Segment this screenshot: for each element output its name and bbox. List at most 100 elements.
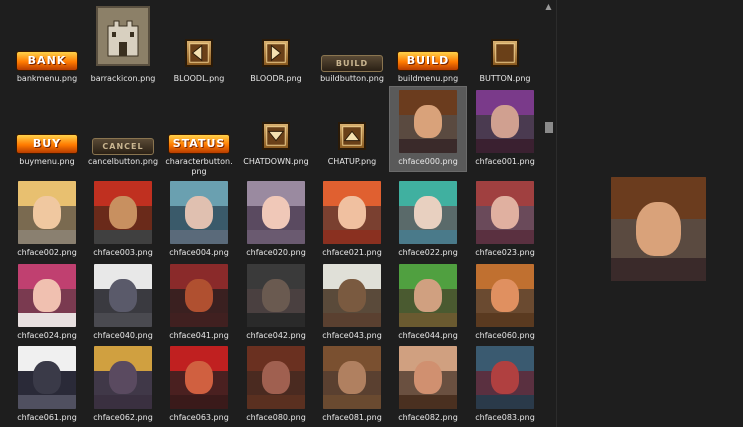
file-item[interactable]: chface024.png (9, 261, 85, 345)
portrait-thumbnail (18, 181, 76, 244)
file-item[interactable]: chface061.png (9, 343, 85, 427)
file-item[interactable]: chface022.png (390, 178, 466, 262)
portrait-body (18, 313, 76, 327)
file-item[interactable]: chface020.png (238, 178, 314, 262)
portrait-thumbnail (399, 264, 457, 327)
file-item[interactable]: chface082.png (390, 343, 466, 427)
scrollbar-thumb[interactable] (545, 122, 553, 133)
file-item[interactable]: chface060.png (467, 261, 540, 345)
portrait-thumbnail (94, 346, 152, 409)
file-item[interactable]: CANCEL cancelbutton.png (85, 87, 161, 171)
file-item[interactable]: BLOODL.png (161, 4, 237, 88)
portrait-face (338, 279, 366, 312)
portrait-face (262, 361, 290, 394)
portrait-face (338, 196, 366, 229)
portrait-face (185, 279, 213, 312)
file-item[interactable]: chface041.png (161, 261, 237, 345)
file-item[interactable]: chface044.png (390, 261, 466, 345)
portrait-face (109, 196, 137, 229)
portrait-body (323, 395, 381, 409)
portrait-body (94, 230, 152, 244)
file-item[interactable]: BLOODR.png (238, 4, 314, 88)
file-item[interactable]: chface080.png (238, 343, 314, 427)
file-name-label: chface081.png (322, 413, 382, 422)
portrait-body (476, 230, 534, 244)
file-name-label: chface062.png (93, 413, 153, 422)
file-name-label: buildbutton.png (320, 74, 384, 83)
portrait-face (635, 201, 682, 257)
file-item[interactable]: chface042.png (238, 261, 314, 345)
file-name-label: chface063.png (169, 413, 229, 422)
portrait-face (109, 279, 137, 312)
button-thumbnail: STATUS (168, 134, 230, 154)
file-name-label: CHATUP.png (327, 157, 377, 166)
portrait-face (262, 279, 290, 312)
arrow-down-icon (262, 122, 290, 150)
file-item[interactable]: STATUS characterbutton.png (161, 87, 237, 176)
portrait-thumbnail (323, 346, 381, 409)
portrait-face (491, 196, 519, 229)
scroll-up-arrow-icon[interactable]: ▲ (544, 2, 553, 11)
portrait-face (185, 196, 213, 229)
portrait-face (491, 361, 519, 394)
portrait-thumbnail (476, 90, 534, 153)
vertical-scrollbar[interactable]: ▲ (541, 0, 556, 427)
file-item[interactable]: chface001.png (467, 87, 540, 171)
portrait-thumbnail (476, 181, 534, 244)
portrait-body (611, 258, 706, 281)
file-item[interactable]: chface043.png (314, 261, 390, 345)
file-item[interactable]: chface040.png (85, 261, 161, 345)
file-name-label: chface023.png (475, 248, 535, 257)
preview-portrait (611, 177, 706, 281)
file-name-label: characterbutton.png (165, 157, 233, 176)
file-item[interactable]: BUTTON.png (467, 4, 540, 88)
portrait-body (323, 230, 381, 244)
file-item[interactable]: BUILD buildmenu.png (390, 4, 466, 88)
arrow-up-icon (338, 122, 366, 150)
file-name-label: chface043.png (322, 331, 382, 340)
file-name-label: buymenu.png (19, 157, 75, 166)
file-item[interactable]: chface062.png (85, 343, 161, 427)
portrait-thumbnail (247, 181, 305, 244)
file-item[interactable]: BANK bankmenu.png (9, 4, 85, 88)
file-item[interactable]: CHATDOWN.png (238, 87, 314, 171)
portrait-body (247, 313, 305, 327)
button-thumbnail: BANK (16, 51, 78, 71)
file-item[interactable]: chface002.png (9, 178, 85, 262)
file-name-label: chface021.png (322, 248, 382, 257)
file-item[interactable]: chface081.png (314, 343, 390, 427)
preview-image (611, 177, 706, 281)
file-item[interactable]: chface063.png (161, 343, 237, 427)
file-name-label: chface040.png (93, 331, 153, 340)
file-item[interactable]: chface004.png (161, 178, 237, 262)
file-item[interactable]: BUILD buildbutton.png (314, 4, 390, 88)
portrait-body (247, 230, 305, 244)
portrait-body (399, 395, 457, 409)
portrait-thumbnail (476, 346, 534, 409)
portrait-body (399, 230, 457, 244)
file-item[interactable]: chface003.png (85, 178, 161, 262)
arrow-left-icon (185, 39, 213, 67)
arrow-right-icon (262, 39, 290, 67)
file-item[interactable]: chface021.png (314, 178, 390, 262)
portrait-face (491, 105, 519, 138)
portrait-thumbnail (247, 346, 305, 409)
file-name-label: bankmenu.png (16, 74, 78, 83)
portrait-body (323, 313, 381, 327)
file-name-label: chface060.png (475, 331, 535, 340)
file-item[interactable]: chface083.png (467, 343, 540, 427)
file-item[interactable]: barrackicon.png (85, 4, 161, 88)
portrait-body (399, 313, 457, 327)
portrait-thumbnail (399, 90, 457, 153)
portrait-body (476, 139, 534, 153)
file-name-label: BLOODL.png (173, 74, 225, 83)
file-item[interactable]: chface000.png (389, 86, 467, 172)
portrait-body (476, 395, 534, 409)
portrait-face (262, 196, 290, 229)
file-item[interactable]: CHATUP.png (314, 87, 390, 171)
pane-divider[interactable] (556, 0, 557, 427)
file-name-label: BUTTON.png (479, 74, 531, 83)
castle-icon (96, 6, 150, 66)
file-item[interactable]: chface023.png (467, 178, 540, 262)
file-item[interactable]: BUY buymenu.png (9, 87, 85, 171)
